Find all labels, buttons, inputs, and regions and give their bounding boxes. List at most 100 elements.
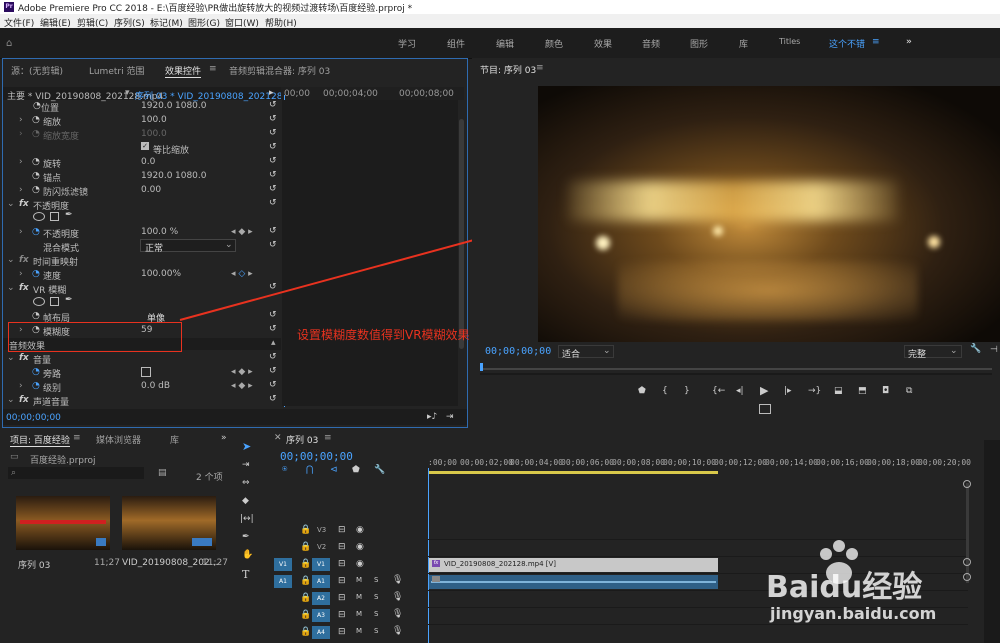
collapse-icon[interactable]: ⌄ (7, 395, 15, 405)
tab-audio-mixer[interactable]: 音频剪辑混合器: 序列 03 (229, 64, 330, 77)
reset-icon[interactable]: ↺ (269, 115, 278, 124)
go-to-out-icon[interactable]: →} (808, 386, 821, 396)
slip-tool-icon[interactable]: |↔| (240, 514, 254, 524)
keyframe-nav-icon[interactable]: ◂ ◆ ▸ (231, 381, 253, 391)
sync-lock-icon[interactable]: ⊟ (338, 610, 346, 620)
stopwatch-icon[interactable]: ◔ (32, 269, 40, 279)
reset-icon[interactable]: ↺ (269, 129, 278, 138)
scrubber-playhead[interactable] (480, 363, 483, 371)
stopwatch-icon[interactable]: ◔ (32, 311, 40, 321)
sync-lock-icon[interactable]: ⊟ (338, 559, 346, 569)
work-area-bar[interactable] (428, 471, 718, 474)
fx-icon[interactable]: fx (19, 199, 29, 209)
workspace-assembly[interactable]: 组件 (447, 37, 465, 50)
workspace-graphics[interactable]: 图形 (690, 37, 708, 50)
track-select-tool-icon[interactable]: ⇥ (242, 460, 250, 470)
dropdown-icon[interactable]: ▾ (125, 88, 130, 98)
rectangle-mask-icon[interactable] (50, 212, 59, 221)
collapse-icon[interactable]: ⌄ (7, 283, 15, 293)
timeline-timecode[interactable]: 00;00;00;00 (280, 450, 353, 463)
collapse-icon[interactable]: ⌄ (7, 353, 15, 363)
reset-icon[interactable]: ↺ (269, 381, 278, 390)
stopwatch-icon[interactable]: ◔ (32, 381, 40, 391)
lock-icon[interactable]: 🔒 (300, 576, 311, 586)
eye-icon[interactable]: ◉ (356, 542, 364, 552)
expand-icon[interactable]: › (19, 115, 23, 125)
solo-button[interactable]: S (374, 593, 378, 601)
mark-in-icon[interactable]: { (662, 386, 668, 396)
prop-value[interactable]: 0.00 (141, 185, 161, 195)
stopwatch-icon[interactable]: ◔ (32, 157, 40, 167)
reset-icon[interactable]: ↺ (269, 157, 278, 166)
mute-button[interactable]: M (356, 576, 362, 584)
stopwatch-icon[interactable]: ◔ (32, 171, 40, 181)
tab-menu-icon[interactable]: ≡ (73, 433, 81, 443)
microphone-icon[interactable]: 🎙 (392, 575, 403, 585)
reset-icon[interactable]: ↺ (269, 367, 278, 376)
solo-button[interactable]: S (374, 627, 378, 635)
wrench-icon[interactable]: 🔧 (374, 465, 385, 475)
lock-icon[interactable]: 🔒 (300, 559, 311, 569)
extract-icon[interactable]: ⬒ (858, 386, 867, 396)
export-icon[interactable]: ⇥ (446, 412, 454, 422)
selection-tool-icon[interactable]: ➤ (242, 440, 251, 453)
play-icon[interactable]: ▸ (269, 88, 274, 98)
audio-clip[interactable] (429, 575, 718, 589)
lock-icon[interactable]: 🔒 (300, 542, 311, 552)
workspace-effects[interactable]: 效果 (594, 37, 612, 50)
add-marker-icon[interactable]: ⬟ (352, 465, 360, 475)
tab-menu-icon[interactable]: ≡ (324, 433, 332, 443)
expand-icon[interactable]: › (19, 227, 23, 237)
sync-lock-icon[interactable]: ⊟ (338, 576, 346, 586)
prop-value[interactable]: 1920.0 (141, 171, 173, 181)
ellipse-mask-icon[interactable] (33, 212, 45, 221)
reset-icon[interactable]: ↺ (269, 353, 278, 362)
reset-icon[interactable]: ↺ (269, 199, 278, 208)
type-tool-icon[interactable]: T (242, 568, 249, 581)
workspace-learn[interactable]: 学习 (398, 37, 416, 50)
tab-media-browser[interactable]: 媒体浏览器 (96, 433, 141, 446)
snap-icon[interactable]: ⋂ (306, 465, 313, 475)
pen-tool-icon[interactable]: ✒ (242, 532, 250, 542)
expand-icon[interactable]: › (19, 157, 23, 167)
safe-margins-icon[interactable] (759, 404, 771, 414)
solo-button[interactable]: S (374, 610, 378, 618)
source-patch-a1[interactable]: A1 (274, 575, 292, 588)
microphone-icon[interactable]: 🎙 (392, 592, 403, 602)
lock-icon[interactable]: 🔒 (300, 593, 311, 603)
compare-icon[interactable]: ⧉ (906, 386, 912, 396)
scroll-handle-icon[interactable] (963, 480, 971, 488)
nest-icon[interactable]: ⍟ (282, 465, 287, 475)
tab-effect-controls[interactable]: 效果控件 (165, 64, 202, 78)
mute-button[interactable]: M (356, 593, 362, 601)
timeline-ruler[interactable]: :00;00 00;00;02;00 00;00;04;00 00;00;06;… (428, 458, 971, 474)
razor-tool-icon[interactable]: ◆ (242, 496, 249, 506)
marker-icon[interactable]: ⬟ (638, 386, 646, 396)
eye-icon[interactable]: ◉ (356, 525, 364, 535)
ec-ruler[interactable]: 00;00 00;00;04;00 00;00;08;00 (281, 87, 464, 100)
workspace-menu-icon[interactable]: ≡ (872, 37, 880, 47)
collapse-up-icon[interactable]: ▴ (271, 338, 276, 348)
bypass-checkbox[interactable] (141, 367, 151, 377)
zoom-icon[interactable]: ⊣ (990, 345, 998, 355)
go-to-in-icon[interactable]: {← (712, 386, 725, 396)
sync-lock-icon[interactable]: ⊟ (338, 542, 346, 552)
video-clip[interactable]: fx VID_20190808_202128.mp4 [V] (429, 558, 718, 572)
stopwatch-icon[interactable]: ◔ (32, 367, 40, 377)
ellipse-mask-icon[interactable] (33, 297, 45, 306)
workspace-titles[interactable]: Titles (779, 37, 800, 46)
step-back-icon[interactable]: ◂| (736, 386, 744, 396)
ec-timecode[interactable]: 00;00;00;00 (6, 413, 61, 423)
source-patch-v1[interactable]: V1 (274, 558, 292, 571)
stopwatch-icon[interactable]: ◔ (32, 185, 40, 195)
clip-thumbnail[interactable] (122, 496, 216, 550)
more-workspaces-icon[interactable]: » (906, 37, 912, 47)
microphone-icon[interactable]: 🎙 (392, 626, 403, 636)
bin-icon[interactable]: ▤ (158, 468, 167, 478)
sequence-thumbnail[interactable] (16, 496, 110, 550)
sync-lock-icon[interactable]: ⊟ (338, 627, 346, 637)
workspace-audio[interactable]: 音频 (642, 37, 660, 50)
uniform-scale-checkbox[interactable]: ✓ (141, 142, 149, 150)
track-target-a2[interactable]: A2 (312, 592, 330, 605)
sync-lock-icon[interactable]: ⊟ (338, 525, 346, 535)
